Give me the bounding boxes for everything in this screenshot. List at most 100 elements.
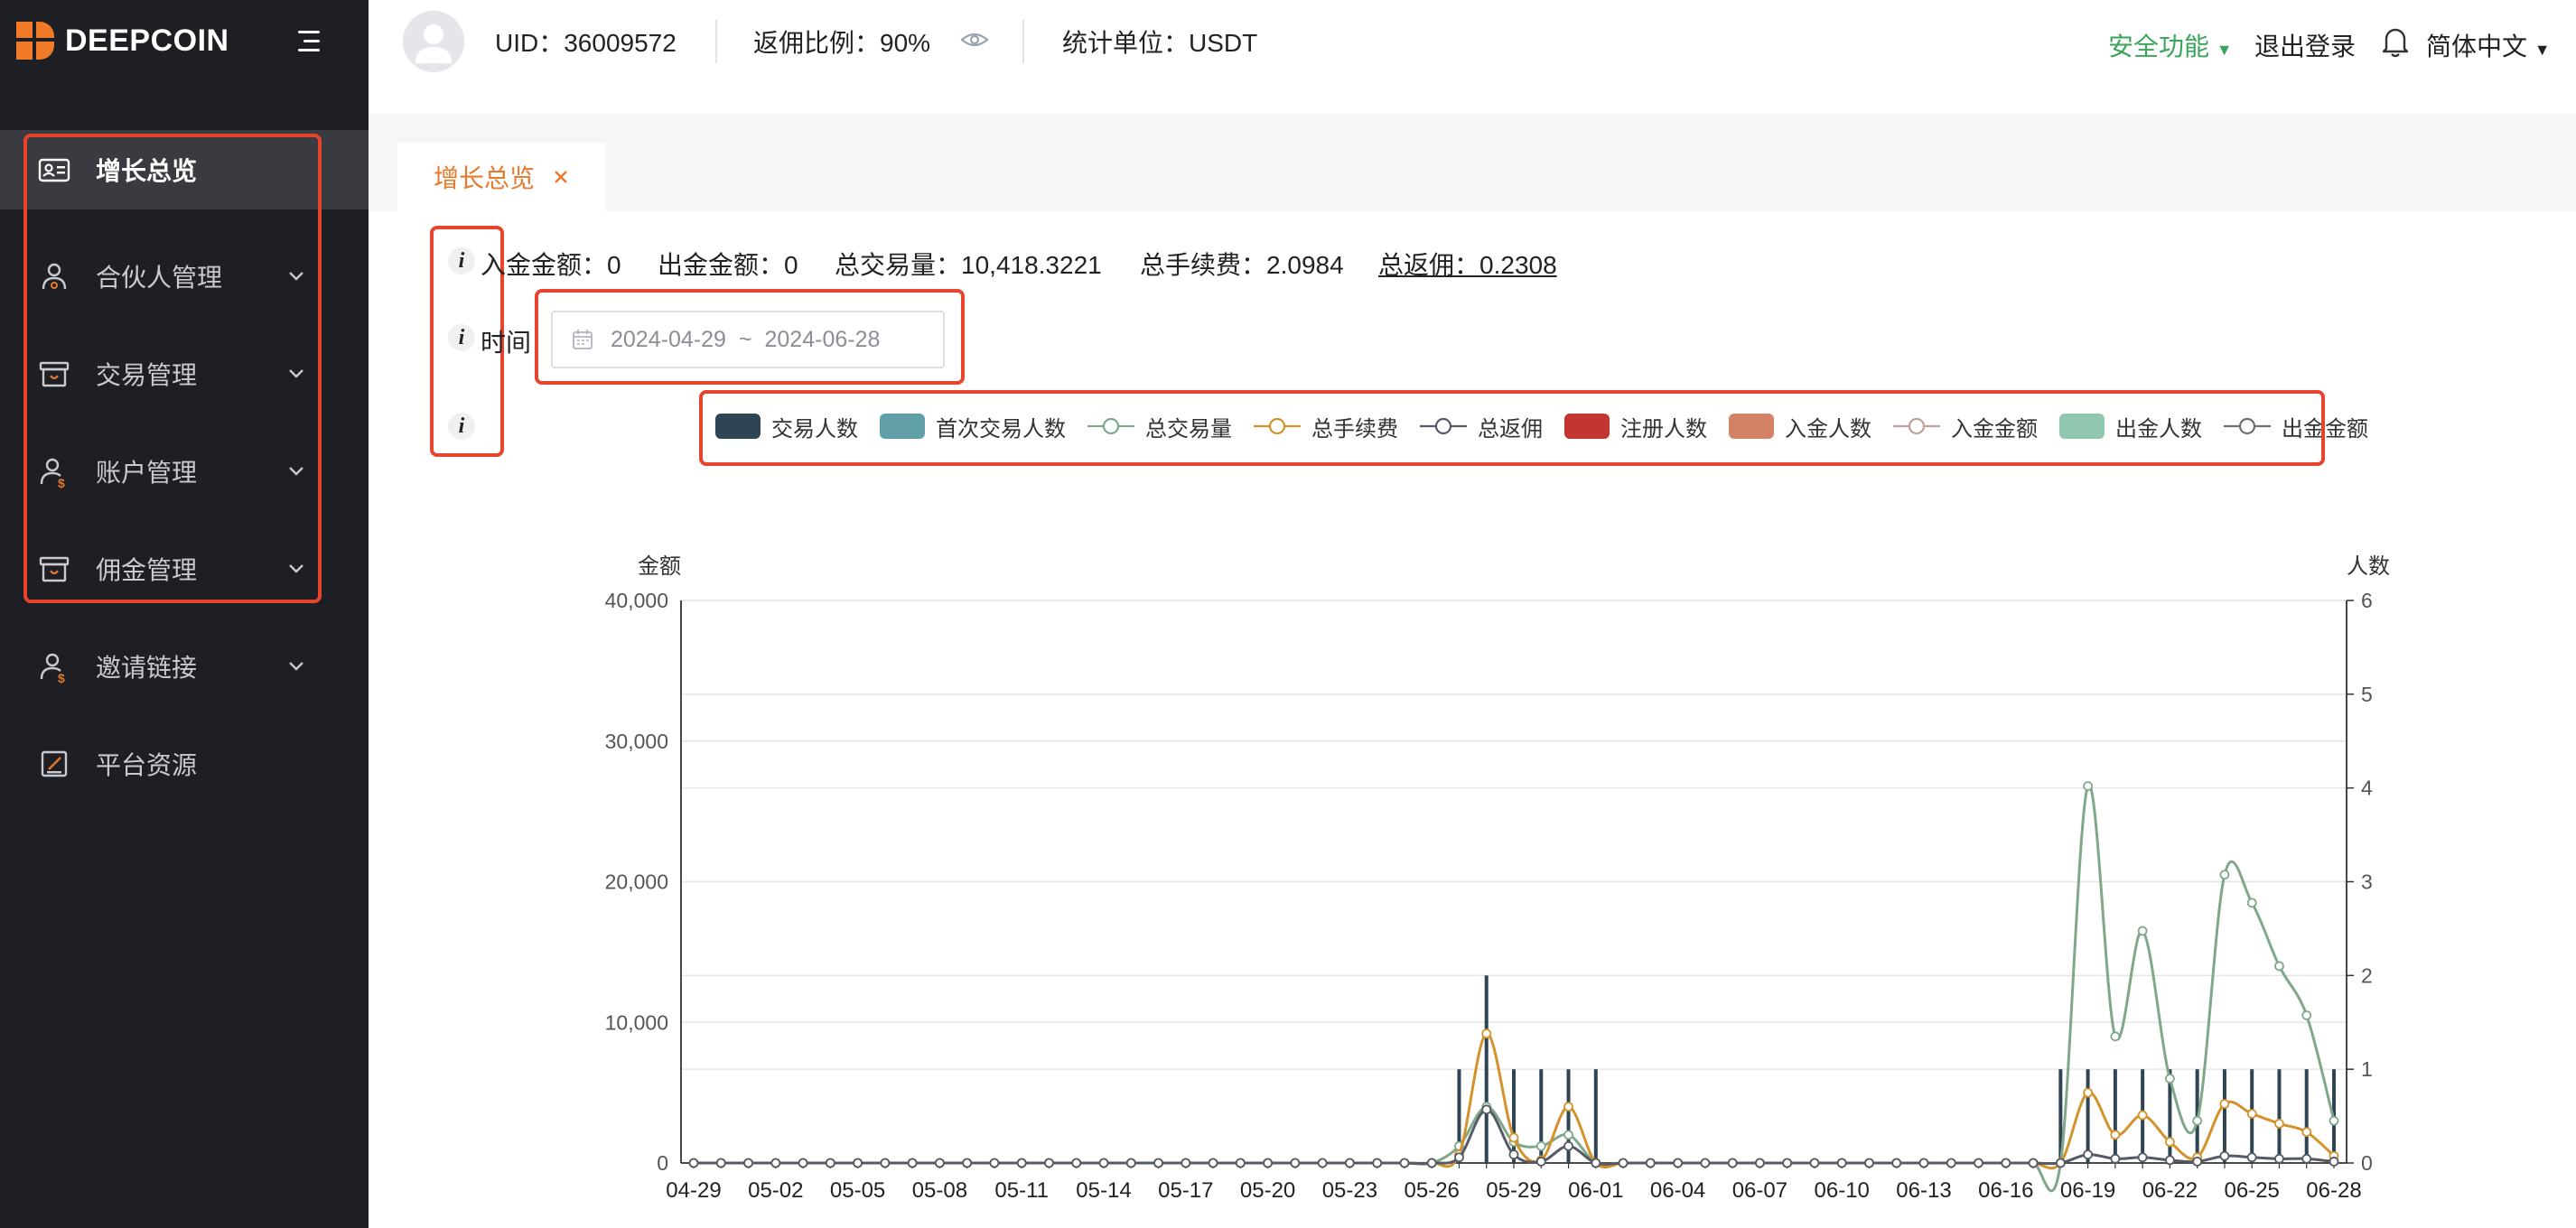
- point-总返佣: [1372, 1158, 1383, 1168]
- tab-growth-overview[interactable]: 增长总览: [397, 143, 605, 211]
- sidebar-item-label: 增长总览: [96, 157, 198, 185]
- point-总返佣: [2110, 1153, 2121, 1164]
- y-right-tick-label: 5: [2361, 683, 2373, 706]
- point-总交易量: [1372, 1158, 1383, 1168]
- point-总手续费: [1345, 1158, 1355, 1168]
- y-right-tick-label: 1: [2361, 1057, 2373, 1081]
- info-icon[interactable]: i: [448, 324, 475, 351]
- bar-交易人数: [1457, 1069, 1461, 1163]
- bar-交易人数: [2277, 1069, 2282, 1163]
- sidebar-item-commission-management[interactable]: 佣金管理: [0, 520, 369, 618]
- language-selector[interactable]: 简体中文 ▼: [2426, 27, 2551, 63]
- x-tick-label: 05-05: [830, 1178, 885, 1203]
- bar-交易人数: [1593, 1069, 1598, 1163]
- point-总返佣: [1481, 1104, 1492, 1115]
- chevron-down-icon: [289, 662, 303, 671]
- point-总返佣: [1864, 1158, 1874, 1168]
- point-总交易量: [798, 1158, 808, 1168]
- point-总交易量: [1700, 1158, 1711, 1168]
- sidebar-item-invite-links[interactable]: $ 邀请链接: [0, 618, 369, 715]
- legend-item[interactable]: 总交易量: [1087, 411, 1232, 442]
- close-icon[interactable]: [551, 167, 571, 187]
- security-menu[interactable]: 安全功能 ▼: [2108, 27, 2233, 63]
- point-总返佣: [1727, 1158, 1738, 1168]
- legend-swatch: [1564, 414, 1610, 439]
- point-总返佣: [715, 1158, 726, 1168]
- point-总返佣: [1345, 1158, 1355, 1168]
- date-range-picker[interactable]: 2024-04-29 ~ 2024-06-28: [551, 311, 945, 368]
- point-总手续费: [743, 1158, 753, 1168]
- legend-item[interactable]: 入金人数: [1729, 411, 1871, 442]
- point-总返佣: [2055, 1158, 2066, 1168]
- logout-button[interactable]: 退出登录: [2254, 27, 2356, 63]
- avatar[interactable]: [403, 11, 464, 72]
- x-tick-label: 05-26: [1405, 1178, 1460, 1203]
- line-总返佣: [694, 1108, 2335, 1166]
- point-总返佣: [1125, 1158, 1136, 1168]
- point-总手续费: [962, 1158, 973, 1168]
- point-总交易量: [2110, 1031, 2121, 1042]
- stat-withdraw-amount: 出金金额：0: [658, 246, 798, 282]
- point-总交易量: [2329, 1115, 2339, 1126]
- point-总交易量: [2164, 1074, 2175, 1084]
- point-总返佣: [1317, 1158, 1328, 1168]
- point-总交易量: [1591, 1158, 1601, 1168]
- point-总交易量: [2001, 1158, 2011, 1168]
- stat-value: 10,418.3221: [961, 251, 1102, 279]
- point-总手续费: [1153, 1158, 1163, 1168]
- legend-item[interactable]: 入金金额: [1893, 411, 2038, 442]
- point-总手续费: [1591, 1158, 1601, 1168]
- point-总交易量: [825, 1158, 835, 1168]
- stat-deposit-amount: 入金金额：0: [481, 246, 621, 282]
- bell-icon[interactable]: [2379, 23, 2412, 60]
- legend-item[interactable]: 首次交易人数: [880, 411, 1066, 442]
- legend-label: 总交易量: [1145, 416, 1232, 442]
- legend-item[interactable]: 总返佣: [1420, 411, 1543, 442]
- point-总手续费: [2055, 1158, 2066, 1168]
- point-总返佣: [2246, 1152, 2257, 1163]
- tab-bar: [369, 114, 2576, 211]
- y-right-tick-label: 6: [2361, 589, 2373, 612]
- point-总手续费: [935, 1158, 945, 1168]
- legend-item[interactable]: 出金金额: [2224, 411, 2368, 442]
- point-总手续费: [1016, 1158, 1027, 1168]
- sidebar-item-trade-management[interactable]: 交易管理: [0, 325, 369, 423]
- user-add-icon: $: [40, 653, 65, 684]
- point-总返佣: [2028, 1158, 2039, 1168]
- point-总交易量: [1809, 1158, 1820, 1168]
- info-icon[interactable]: i: [448, 413, 475, 440]
- sidebar-item-growth-overview[interactable]: 增长总览: [0, 130, 369, 209]
- legend-item[interactable]: 交易人数: [715, 411, 858, 442]
- point-总交易量: [1563, 1130, 1573, 1140]
- x-tick-label: 06-10: [1815, 1178, 1870, 1203]
- info-icon[interactable]: i: [448, 247, 475, 274]
- legend-item[interactable]: 注册人数: [1564, 411, 1707, 442]
- eye-icon[interactable]: [959, 27, 990, 52]
- bar-交易人数: [1512, 1069, 1516, 1163]
- legend-label: 入金人数: [1785, 416, 1871, 442]
- x-tick-label: 06-07: [1732, 1178, 1787, 1203]
- bar-交易人数: [2058, 1069, 2063, 1163]
- sidebar-item-partner-management[interactable]: 合伙人管理: [0, 228, 369, 325]
- brand-logo[interactable]: DEEPCOIN: [16, 18, 229, 63]
- point-总交易量: [2083, 781, 2094, 791]
- sidebar-item-platform-resources[interactable]: 平台资源: [0, 715, 369, 813]
- point-总交易量: [2028, 1158, 2039, 1168]
- stat-total-rebate-link[interactable]: 总返佣：0.2308: [1378, 246, 1557, 282]
- point-总交易量: [1044, 1158, 1054, 1168]
- box-icon: [39, 556, 70, 582]
- legend-item[interactable]: 出金人数: [2059, 411, 2202, 442]
- y-left-tick-label: 10,000: [605, 1010, 668, 1034]
- bar-交易人数: [2113, 1069, 2117, 1163]
- deepcoin-logo-icon: [16, 22, 54, 60]
- sidebar-item-account-management[interactable]: $ 账户管理: [0, 423, 369, 520]
- point-总手续费: [2192, 1152, 2203, 1163]
- point-总交易量: [1399, 1158, 1410, 1168]
- point-总手续费: [1673, 1158, 1683, 1168]
- point-总交易量: [1535, 1140, 1546, 1151]
- stat-total-volume: 总交易量：10,418.3221: [835, 246, 1102, 282]
- menu-collapse-icon[interactable]: [291, 25, 327, 58]
- chevron-down-icon: [289, 369, 303, 378]
- point-总返佣: [1098, 1158, 1109, 1168]
- legend-item[interactable]: 总手续费: [1254, 411, 1398, 442]
